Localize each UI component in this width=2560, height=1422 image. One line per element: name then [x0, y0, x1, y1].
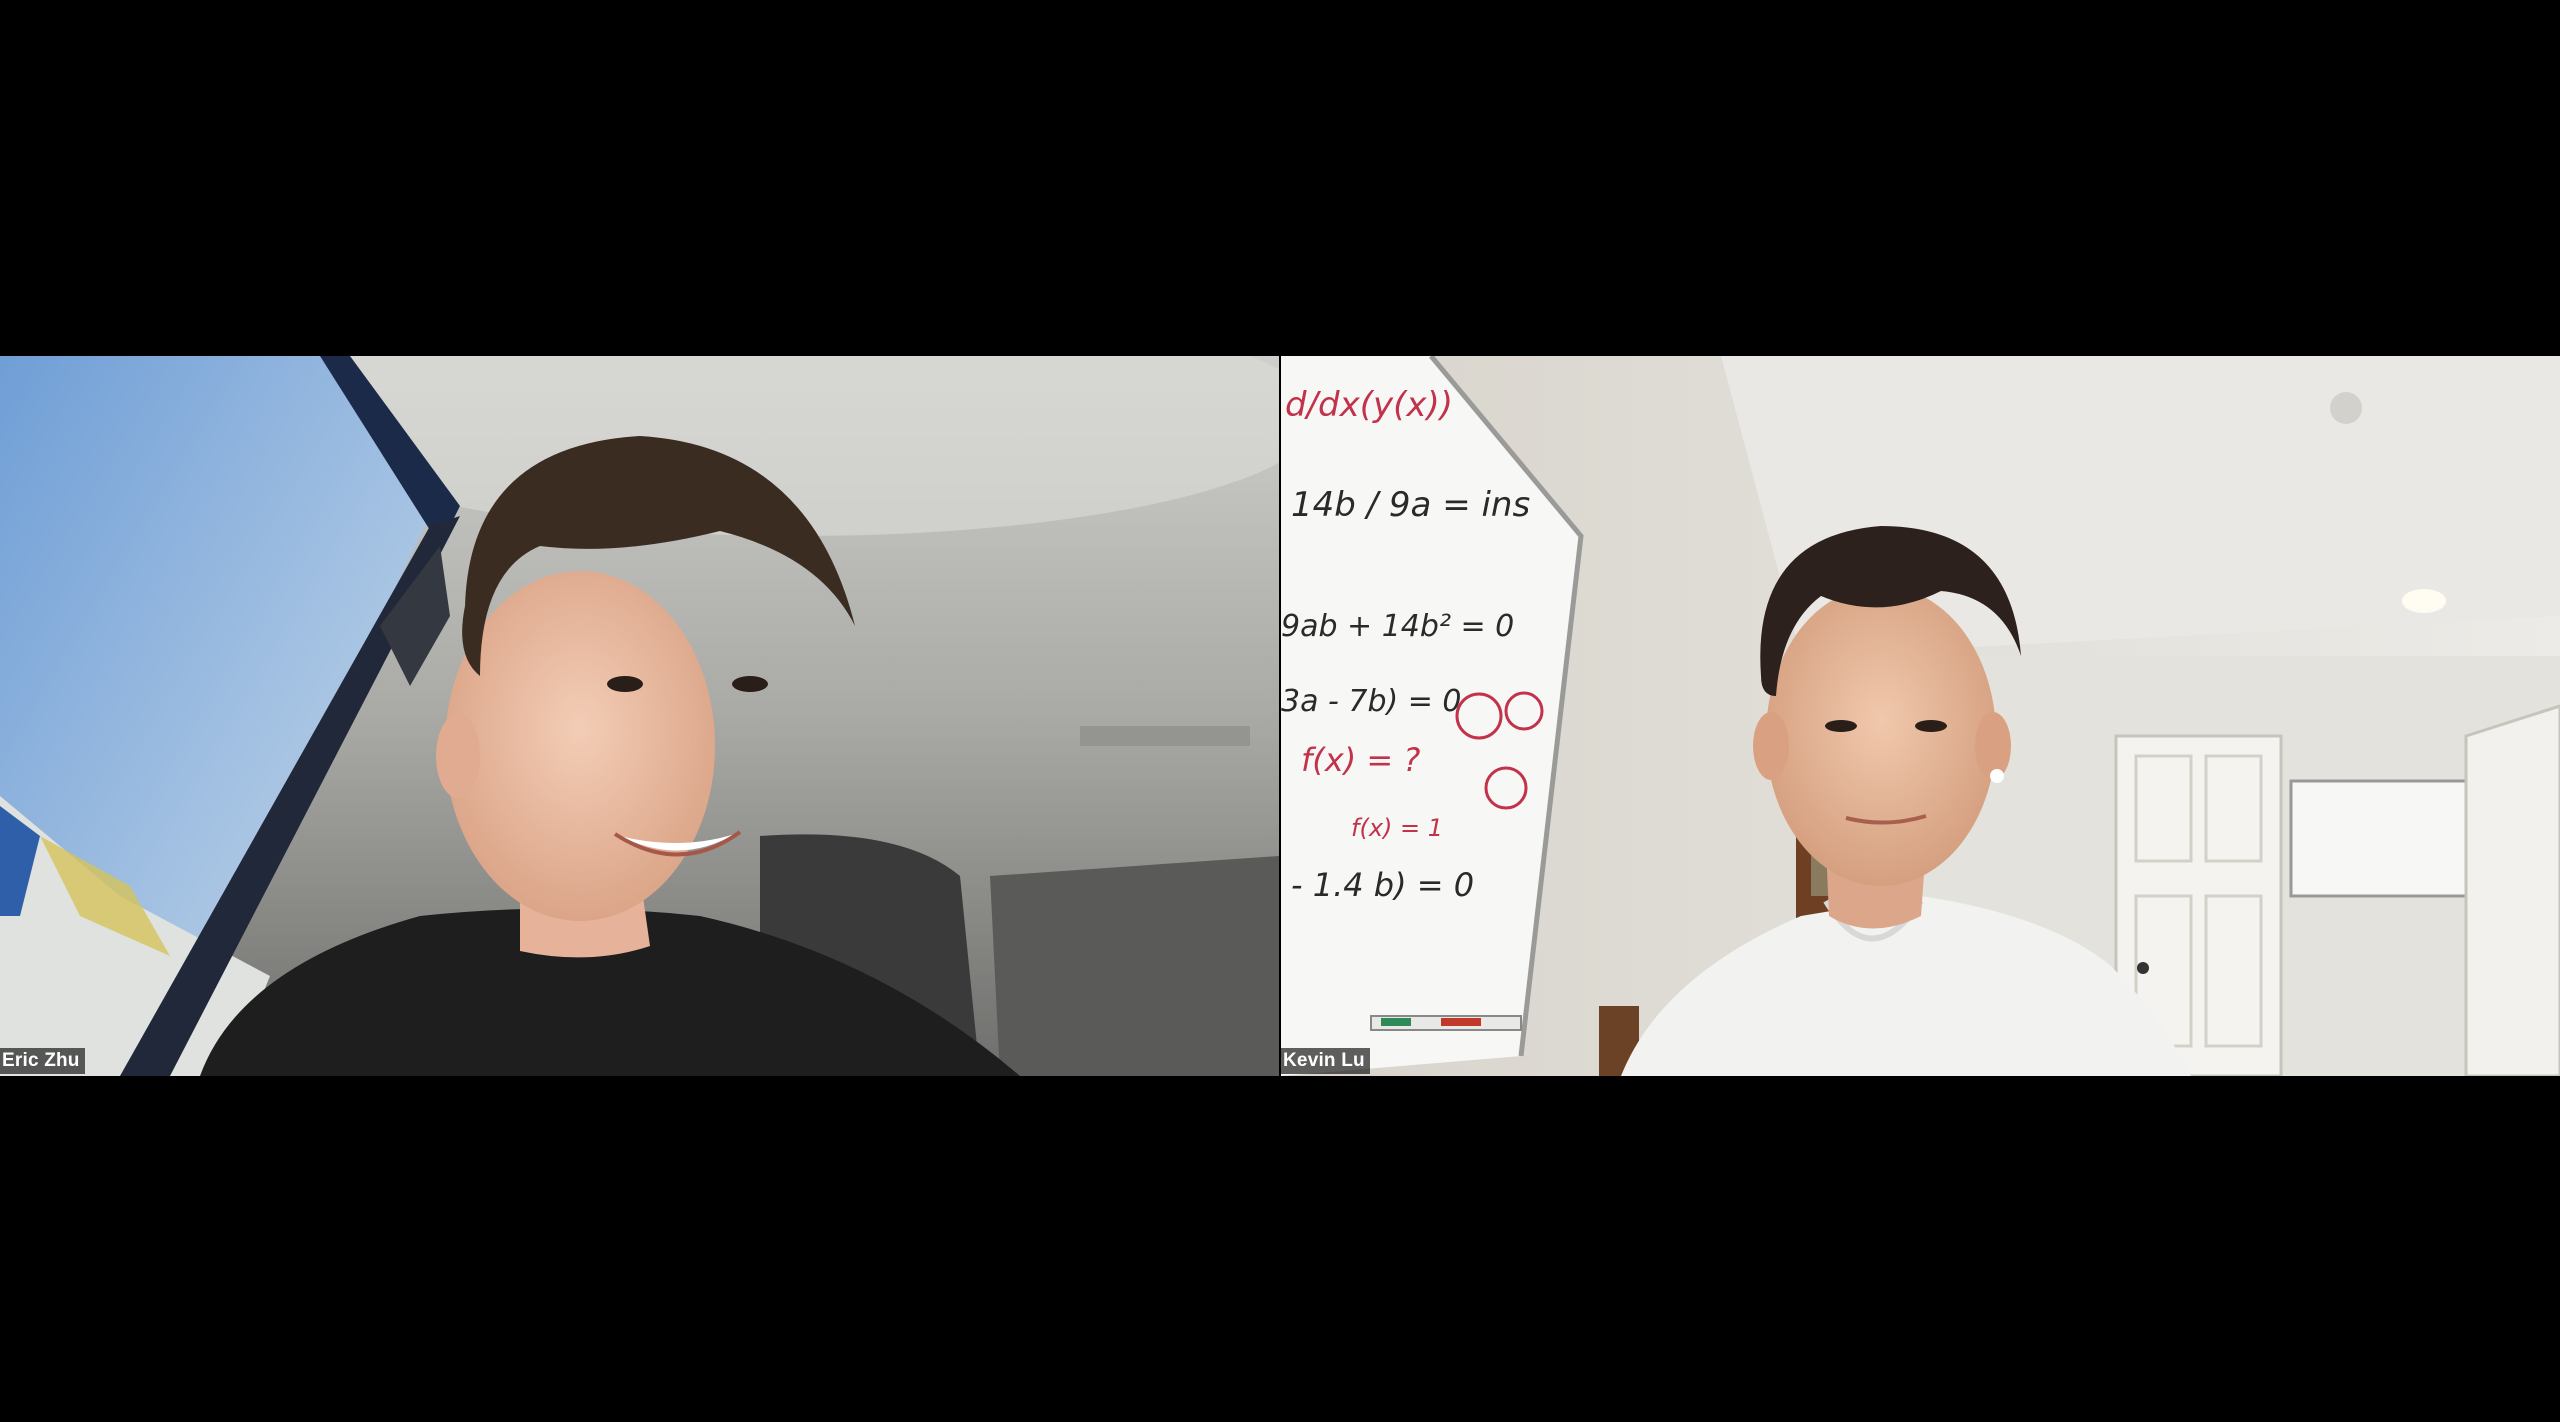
whiteboard-equation: d/dx(y(x)) — [1285, 385, 1453, 425]
whiteboard-equation: f(x) = 1 — [1351, 814, 1443, 842]
video-tile-participant-2[interactable]: d/dx(y(x)) 14b / 9a = ins 9ab + 14b² = 0… — [1281, 356, 2560, 1076]
participant-name-label: Eric Zhu — [0, 1048, 85, 1074]
participant-name-label: Kevin Lu — [1281, 1048, 1370, 1074]
whiteboard-equation: 9ab + 14b² = 0 — [1281, 609, 1514, 644]
video-call-stage: Eric Zhu d/dx(y(x)) 14b / 9a = ins 9ab +… — [0, 0, 2560, 1422]
participant-video-feed: d/dx(y(x)) 14b / 9a = ins 9ab + 14b² = 0… — [1281, 356, 2560, 1076]
participant-video-feed — [0, 356, 1279, 1076]
whiteboard-equation: 14b / 9a = ins — [1291, 485, 1530, 525]
whiteboard-equation: 3a - 7b) = 0 — [1281, 684, 1462, 719]
whiteboard-equation: - 1.4 b) = 0 — [1291, 866, 1474, 904]
whiteboard-equation: f(x) = ? — [1301, 741, 1420, 779]
video-tile-participant-1[interactable]: Eric Zhu — [0, 356, 1279, 1076]
